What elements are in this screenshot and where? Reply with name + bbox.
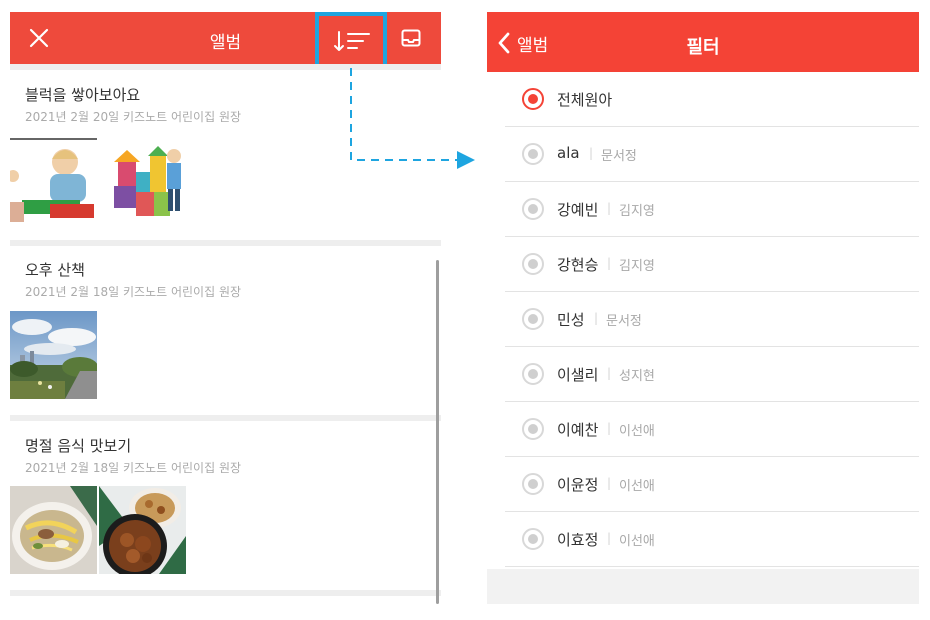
inbox-icon[interactable] xyxy=(400,27,422,49)
teacher-name: 성지현 xyxy=(619,369,655,384)
back-button[interactable]: 앨범 xyxy=(497,30,548,56)
separator: | xyxy=(607,366,612,380)
child-name: 강예빈 xyxy=(557,201,599,219)
filter-item[interactable]: 강현승 | 김지영 xyxy=(505,237,919,292)
teacher-name: 김지영 xyxy=(619,204,655,219)
teacher-name: 문서정 xyxy=(601,149,637,164)
separator: | xyxy=(607,421,612,435)
filter-footer xyxy=(487,569,919,604)
separator: | xyxy=(607,201,612,215)
radio-unselected[interactable] xyxy=(522,473,544,495)
album-header: 앨범 xyxy=(10,12,441,68)
teacher-name: 김지영 xyxy=(619,259,655,274)
close-icon[interactable] xyxy=(28,27,50,49)
child-name: 이샐리 xyxy=(557,366,599,384)
teacher-name: 이선애 xyxy=(619,479,655,494)
filter-item[interactable]: 이샐리 | 성지현 xyxy=(505,347,919,402)
separator: | xyxy=(589,146,594,160)
post-title[interactable]: 오후 산책 xyxy=(25,259,85,280)
teacher-name: 이선애 xyxy=(619,424,655,439)
filter-item[interactable]: ala | 문서정 xyxy=(505,127,919,182)
teacher-name: 이선애 xyxy=(619,534,655,549)
radio-unselected[interactable] xyxy=(522,198,544,220)
child-name: 강현승 xyxy=(557,256,599,274)
divider xyxy=(10,415,441,421)
sort-filter-icon xyxy=(334,31,370,51)
post-title[interactable]: 블럭을 쌓아보아요 xyxy=(25,84,140,105)
radio-unselected[interactable] xyxy=(522,418,544,440)
filter-screen: 앨범 필터 전체원아 ala | 문서정 강예빈 | 김지영 강현승 | 김지영 민성 | 문서정 이샐리… xyxy=(487,12,919,604)
photo-divider xyxy=(10,138,97,140)
children-playing-blocks-photo[interactable] xyxy=(10,142,182,222)
teacher-name: 문서정 xyxy=(606,314,642,329)
filter-header: 앨범 필터 xyxy=(487,12,919,72)
child-name: 전체원아 xyxy=(557,91,613,109)
radio-unselected[interactable] xyxy=(522,253,544,275)
filter-item[interactable]: 강예빈 | 김지영 xyxy=(505,182,919,237)
child-name: 민성 xyxy=(557,311,585,329)
post-subtitle: 2021년 2월 18일 키즈노트 어린이집 원장 xyxy=(25,461,242,475)
post-subtitle: 2021년 2월 18일 키즈노트 어린이집 원장 xyxy=(25,285,242,299)
separator: | xyxy=(607,531,612,545)
filter-item[interactable]: 이예찬 | 이선애 xyxy=(505,402,919,457)
child-name: 이예찬 xyxy=(557,421,599,439)
separator: | xyxy=(607,476,612,490)
divider xyxy=(10,590,441,596)
child-name: 이효정 xyxy=(557,531,599,549)
child-name: 이윤정 xyxy=(557,476,599,494)
filter-item[interactable]: 민성 | 문서정 xyxy=(505,292,919,347)
radio-unselected[interactable] xyxy=(522,528,544,550)
child-name: ala xyxy=(557,144,580,162)
food-plates-photo[interactable] xyxy=(99,486,186,574)
post-title[interactable]: 명절 음식 맛보기 xyxy=(25,435,131,456)
separator: | xyxy=(607,256,612,270)
filter-item[interactable]: 이효정 | 이선애 xyxy=(505,512,919,567)
transition-arrow xyxy=(350,68,475,169)
filter-title: 필터 xyxy=(686,37,720,58)
radio-unselected[interactable] xyxy=(522,308,544,330)
separator: | xyxy=(594,311,599,325)
noodle-soup-photo[interactable] xyxy=(10,486,97,574)
back-label: 앨범 xyxy=(517,35,549,56)
scrollbar[interactable] xyxy=(436,260,439,604)
radio-unselected[interactable] xyxy=(522,143,544,165)
chevron-left-icon xyxy=(498,32,510,54)
radio-selected[interactable] xyxy=(522,88,544,110)
sort-filter-button[interactable] xyxy=(315,12,387,68)
filter-item[interactable]: 전체원아 xyxy=(505,72,919,127)
radio-unselected[interactable] xyxy=(522,363,544,385)
park-walk-photo[interactable] xyxy=(10,311,97,399)
divider xyxy=(10,240,441,246)
filter-item[interactable]: 이윤정 | 이선애 xyxy=(505,457,919,512)
post-subtitle: 2021년 2월 20일 키즈노트 어린이집 원장 xyxy=(25,110,242,124)
